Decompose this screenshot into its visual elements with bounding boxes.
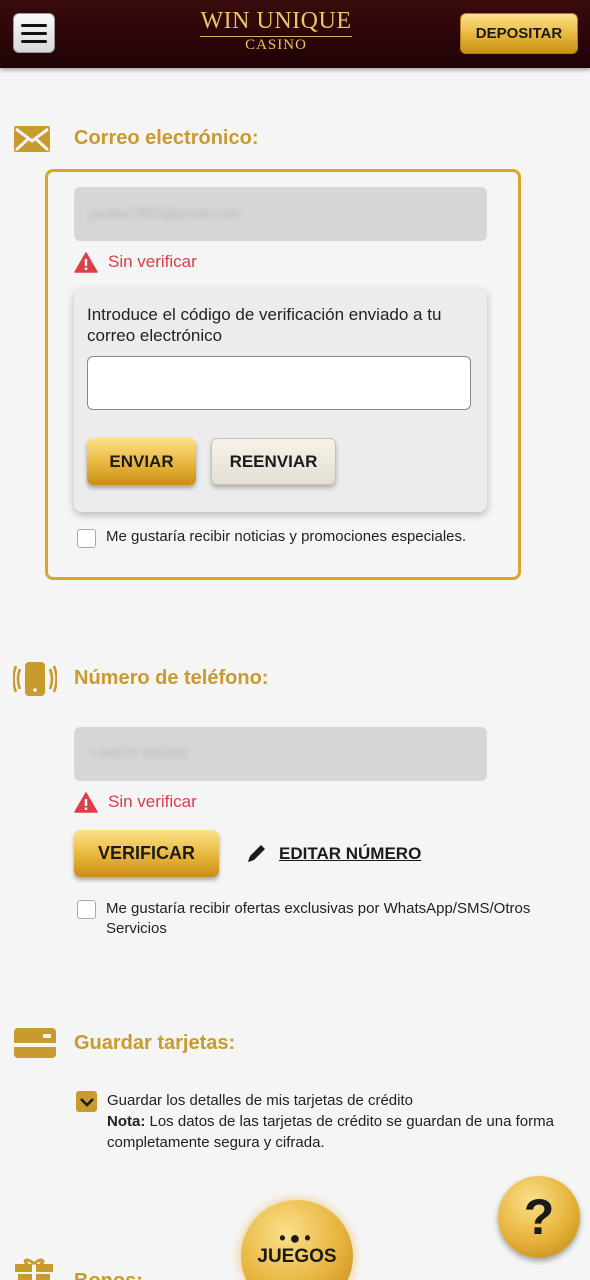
phone-vibrate-icon [13, 662, 57, 696]
verification-prompt: Introduce el código de verificación envi… [87, 305, 442, 345]
cards-section-title: Guardar tarjetas: [74, 1032, 236, 1054]
envelope-icon [14, 126, 50, 152]
edit-phone-link[interactable]: EDITAR NÚMERO [279, 844, 421, 864]
save-cards-label: Guardar los detalles de mis tarjetas de … [107, 1092, 413, 1109]
help-icon: ? [523, 1189, 555, 1245]
resend-code-button[interactable]: REENVIAR [211, 438, 336, 485]
top-bar: WIN UNIQUE CASINO DEPOSITAR [0, 0, 590, 68]
email-field: jackbe7890@gmail.com [74, 187, 487, 241]
phone-section-title: Número de teléfono: [74, 667, 269, 689]
verification-card: Introduce el código de verificación envi… [74, 288, 487, 512]
casino-logo[interactable]: WIN UNIQUE CASINO [186, 6, 366, 62]
email-section-title: Correo electrónico: [74, 127, 259, 149]
menu-button[interactable] [13, 13, 55, 53]
games-button[interactable]: •●• JUEGOS [241, 1200, 353, 1280]
deposit-button[interactable]: DEPOSITAR [460, 13, 578, 54]
warning-icon [74, 792, 98, 813]
newsletter-checkbox[interactable] [77, 529, 96, 548]
phone-status: Sin verificar [108, 792, 197, 811]
verify-phone-button[interactable]: VERIFICAR [74, 830, 219, 877]
save-cards-note: Nota: Los datos de las tarjetas de crédi… [107, 1113, 554, 1151]
warning-icon [74, 252, 98, 273]
whatsapp-offers-label: Me gustaría recibir ofertas exclusivas p… [106, 900, 531, 937]
menu-icon [21, 23, 47, 27]
phone-field: +34675 950285 [74, 727, 487, 781]
checkmark-icon [79, 1097, 94, 1107]
save-cards-checkbox[interactable] [76, 1091, 97, 1112]
email-status: Sin verificar [108, 252, 197, 271]
pencil-icon [248, 845, 265, 862]
save-cards-text: Guardar los detalles de mis tarjetas de … [107, 1090, 567, 1153]
bonus-section-title: Bonos: [74, 1270, 143, 1280]
newsletter-label: Me gustaría recibir noticias y promocion… [106, 528, 467, 545]
verification-code-input[interactable] [87, 356, 471, 410]
help-button[interactable]: ? [498, 1176, 580, 1258]
whatsapp-offers-checkbox[interactable] [77, 900, 96, 919]
credit-card-icon [14, 1028, 56, 1058]
send-code-button[interactable]: ENVIAR [87, 438, 196, 485]
gift-icon [15, 1258, 53, 1280]
